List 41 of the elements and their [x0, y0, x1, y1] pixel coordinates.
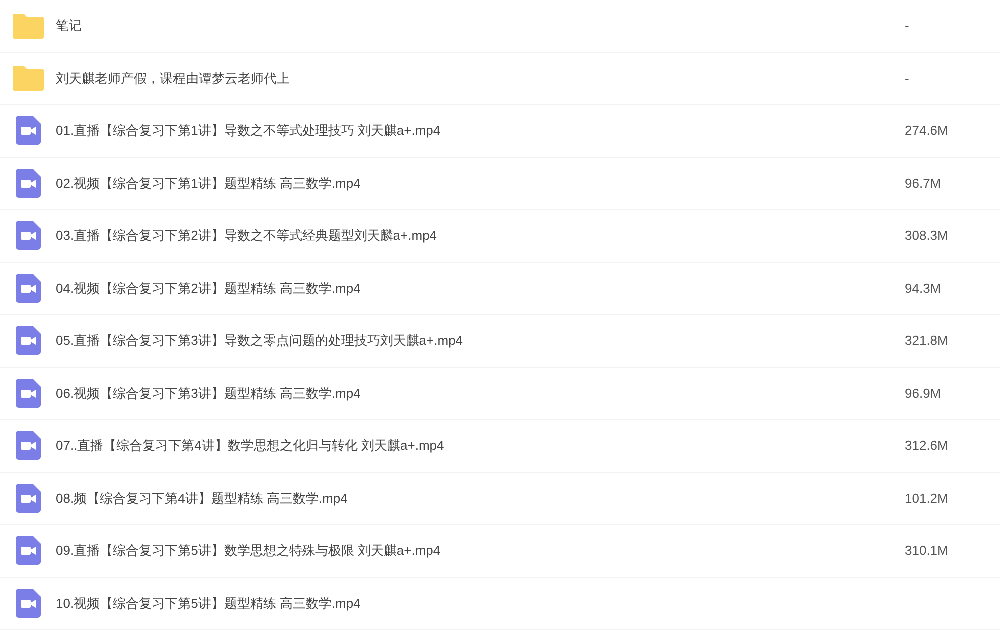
file-name: 05.直播【综合复习下第3讲】导数之零点问题的处理技巧刘天麒a+.mp4 — [56, 332, 464, 350]
file-size: 96.9M — [905, 384, 942, 402]
folder-icon — [13, 65, 44, 92]
video-file-icon — [16, 536, 41, 566]
video-file-icon — [16, 274, 41, 303]
file-size: 310.1M — [905, 542, 950, 560]
file-size: 274.6M — [905, 122, 950, 140]
file-size: 101.2M — [905, 490, 950, 508]
file-row[interactable]: 06.视频【综合复习下第3讲】题型精练 高三数学.mp4 96.9M — [0, 368, 1000, 420]
file-name: 笔记 — [56, 17, 82, 35]
file-name: 03.直播【综合复习下第2讲】导数之不等式经典题型刘天麟a+.mp4 — [56, 227, 438, 245]
file-row[interactable]: 02.视频【综合复习下第1讲】题型精练 高三数学.mp4 96.7M — [0, 158, 1000, 210]
video-file-icon — [16, 378, 41, 408]
file-size: - — [905, 17, 910, 35]
video-file-icon — [16, 168, 41, 198]
file-name: 04.视频【综合复习下第2讲】题型精练 高三数学.mp4 — [56, 280, 361, 298]
file-name: 06.视频【综合复习下第3讲】题型精练 高三数学.mp4 — [56, 384, 361, 403]
video-file-icon — [16, 221, 41, 250]
file-name: 刘天麒老师产假，课程由谭梦云老师代上 — [56, 70, 290, 88]
file-row[interactable]: 04.视频【综合复习下第2讲】题型精练 高三数学.mp4 94.3M — [0, 262, 1000, 315]
file-row[interactable]: 08.频【综合复习下第4讲】题型精练 高三数学.mp4 101.2M — [0, 472, 1000, 525]
file-size: 312.6M — [905, 437, 950, 455]
file-row[interactable]: 刘天麒老师产假，课程由谭梦云老师代上 - — [0, 52, 1000, 105]
file-size: 94.3M — [905, 280, 942, 298]
file-name: 08.频【综合复习下第4讲】题型精练 高三数学.mp4 — [56, 490, 348, 508]
video-file-icon — [16, 484, 41, 513]
file-name: 07..直播【综合复习下第4讲】数学思想之化归与转化 刘天麒a+.mp4 — [56, 437, 444, 455]
file-name: 02.视频【综合复习下第1讲】题型精练 高三数学.mp4 — [56, 174, 361, 193]
video-file-icon — [16, 588, 41, 618]
file-size: 96.7M — [905, 174, 942, 192]
file-name: 01.直播【综合复习下第1讲】导数之不等式处理技巧 刘天麒a+.mp4 — [56, 122, 441, 140]
file-size: 308.3M — [905, 227, 950, 245]
video-file-icon — [16, 116, 41, 146]
video-file-icon — [16, 326, 41, 356]
file-size: 321.8M — [905, 332, 950, 350]
folder-icon — [13, 12, 44, 39]
file-row[interactable]: 10.视频【综合复习下第5讲】题型精练 高三数学.mp4 — [0, 578, 1000, 630]
file-name: 09.直播【综合复习下第5讲】数学思想之特殊与极限 刘天麒a+.mp4 — [56, 542, 441, 560]
file-name: 10.视频【综合复习下第5讲】题型精练 高三数学.mp4 — [56, 594, 361, 613]
file-size: - — [905, 70, 910, 88]
video-file-icon — [16, 431, 41, 460]
